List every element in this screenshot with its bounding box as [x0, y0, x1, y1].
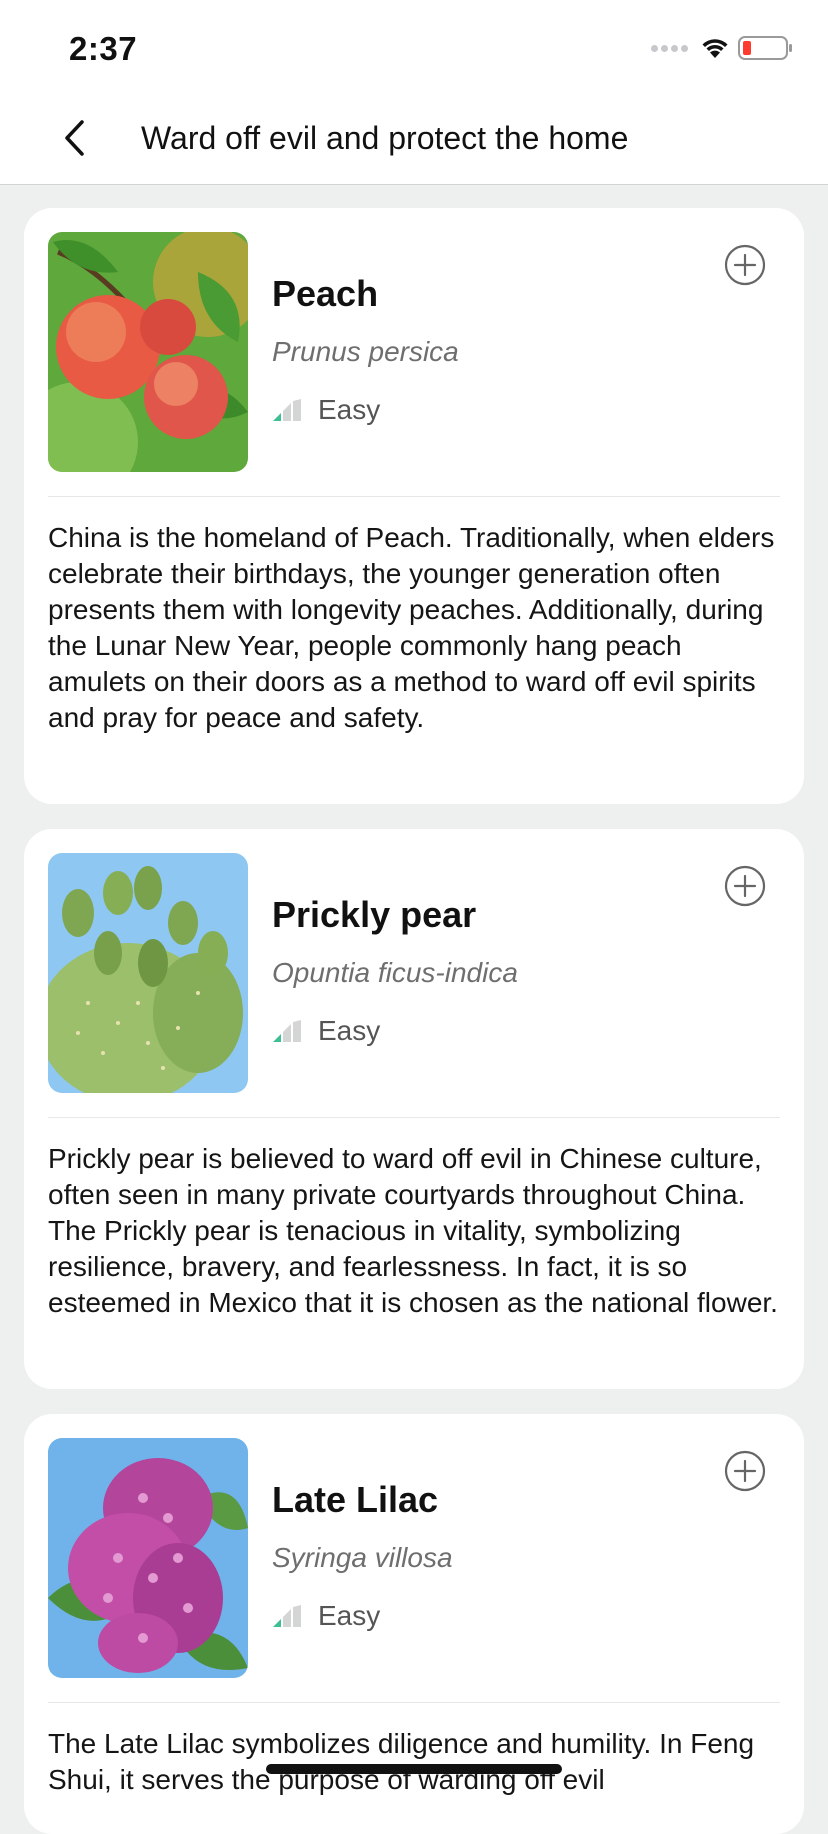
difficulty-bars-icon [273, 1020, 301, 1042]
plant-photo-peach [48, 232, 248, 472]
plant-scientific-name: Prunus persica [272, 336, 459, 367]
plant-name: Late Lilac [272, 1479, 439, 1520]
plant-name: Prickly pear [272, 894, 477, 935]
plant-description: China is the homeland of Peach. Traditio… [48, 522, 775, 733]
plant-card-prickly-pear[interactable]: Prickly pear Opuntia ficus-indica Easy P… [24, 829, 804, 1389]
status-bar: 2:37 [0, 0, 828, 92]
add-plus-icon[interactable] [724, 244, 766, 286]
difficulty-label: Easy [318, 394, 381, 425]
add-plus-icon[interactable] [724, 865, 766, 907]
back-button[interactable] [52, 114, 96, 162]
plant-photo-prickly-pear [48, 853, 248, 1093]
add-plus-icon[interactable] [724, 1450, 766, 1492]
home-indicator[interactable] [266, 1764, 562, 1774]
status-icons [651, 34, 794, 62]
plant-description: Prickly pear is believed to ward off evi… [48, 1143, 778, 1318]
plant-card-peach[interactable]: Peach Prunus persica Easy China is the h… [24, 208, 804, 804]
page-title: Ward off evil and protect the home [141, 120, 629, 156]
divider [48, 1117, 780, 1118]
difficulty-label: Easy [318, 1015, 381, 1046]
difficulty-label: Easy [318, 1600, 381, 1631]
plant-photo-late-lilac [48, 1438, 248, 1678]
chevron-left-icon [65, 120, 84, 156]
wifi-icon [702, 39, 728, 58]
difficulty-indicator: Easy [272, 1015, 380, 1047]
status-time: 2:37 [69, 30, 138, 67]
battery-icon [738, 36, 792, 60]
difficulty-bars-icon [273, 399, 301, 421]
plant-scientific-name: Opuntia ficus-indica [272, 957, 518, 988]
navigation-bar: Ward off evil and protect the home [0, 92, 828, 185]
plant-description: The Late Lilac symbolizes diligence and … [48, 1728, 755, 1795]
cellular-signal-icon [651, 44, 688, 52]
divider [48, 496, 780, 497]
difficulty-bars-icon [273, 1605, 301, 1627]
difficulty-indicator: Easy [272, 1600, 380, 1632]
divider [48, 1702, 780, 1703]
plant-name: Peach [272, 273, 379, 314]
difficulty-indicator: Easy [272, 394, 380, 426]
plant-scientific-name: Syringa villosa [272, 1542, 453, 1573]
